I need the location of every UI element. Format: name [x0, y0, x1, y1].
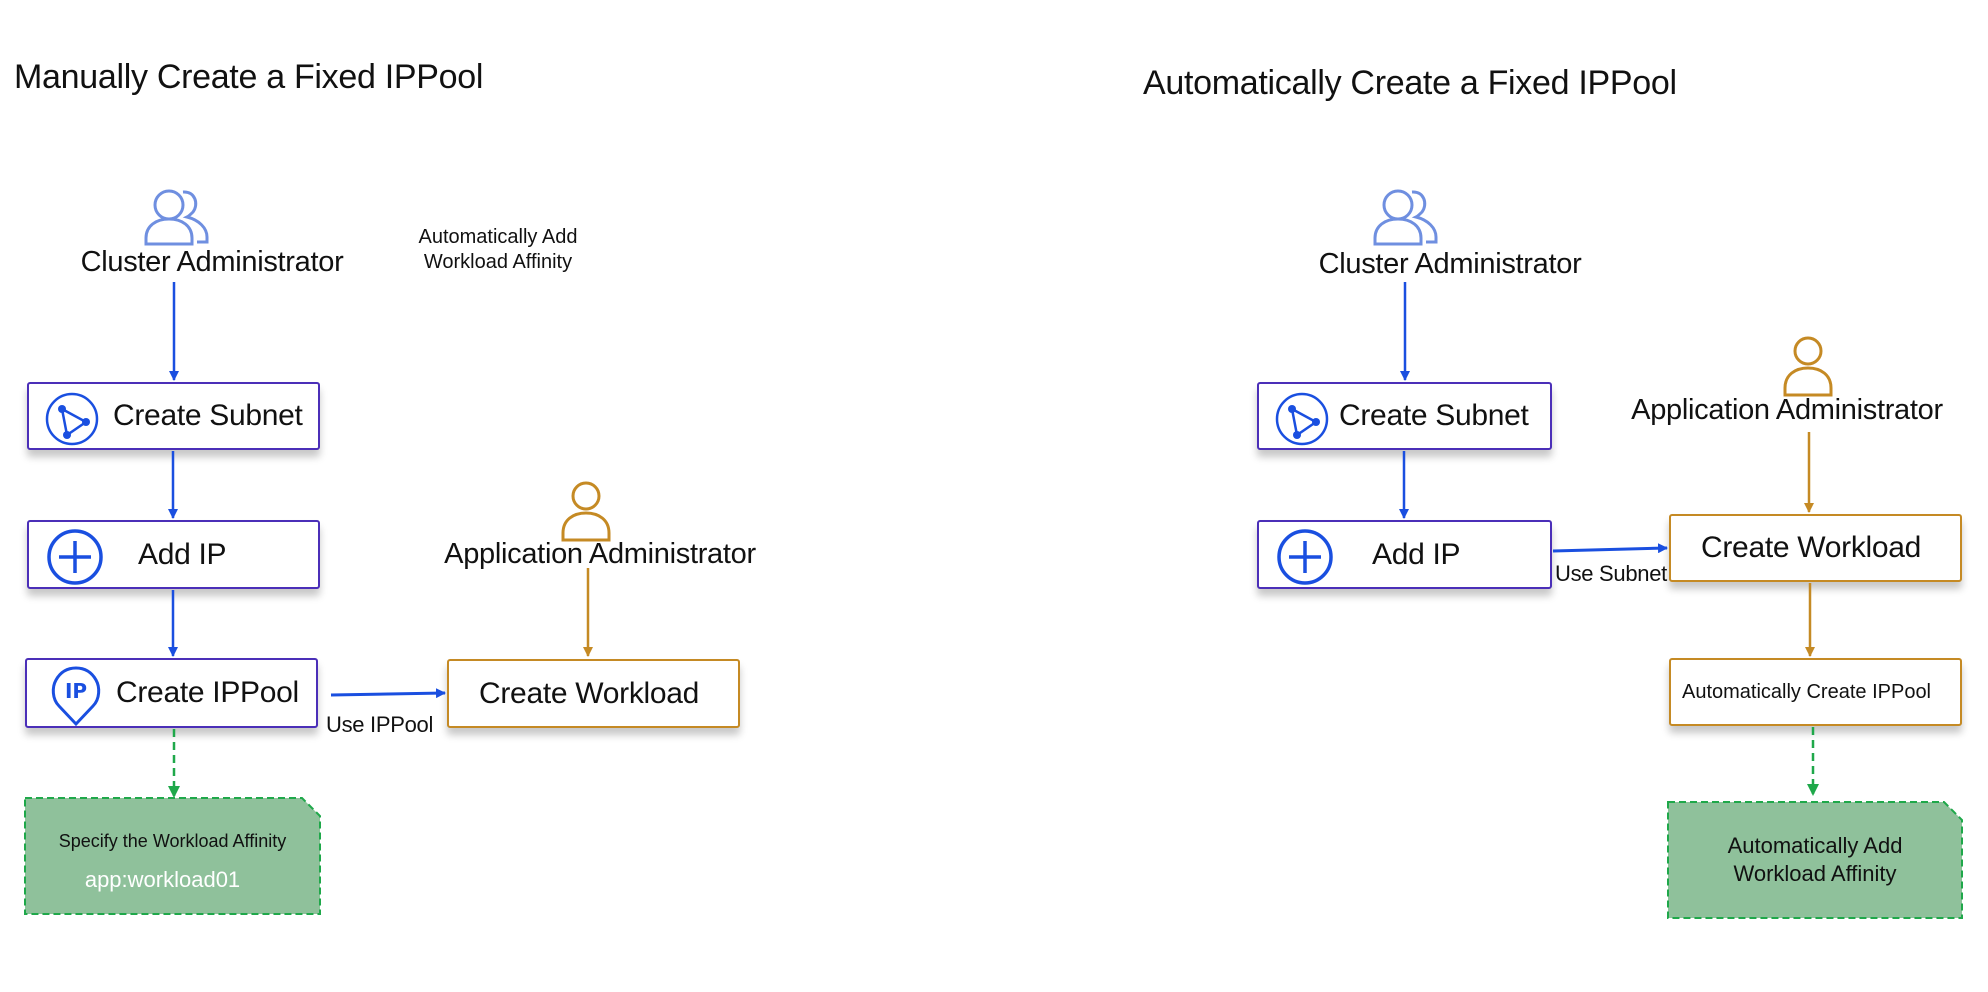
- user-icon: [1783, 336, 1833, 397]
- affinity-note-line1: Specify the Workload Affinity: [58, 831, 287, 851]
- left-floating-note: Automatically Add Workload Affinity: [398, 225, 598, 275]
- affinity-note-line2: app:workload01: [84, 867, 241, 892]
- step-label: Add IP: [138, 537, 227, 571]
- left-edge-label-use-ippool: Use IPPool: [326, 712, 434, 737]
- right-add-ip-box[interactable]: Add IP: [1257, 520, 1552, 589]
- floating-note-line1: Automatically Add: [418, 226, 578, 248]
- right-create-workload-box[interactable]: Create Workload: [1669, 514, 1962, 582]
- arrow-addip-to-workload: [1552, 543, 1668, 554]
- left-title: Manually Create a Fixed IPPool: [14, 58, 484, 96]
- left-create-workload-box[interactable]: Create Workload: [447, 659, 740, 728]
- affinity-note-line2: Workload Affinity: [1733, 861, 1897, 886]
- ip-pin-icon: IP: [51, 666, 101, 727]
- svg-text:IP: IP: [65, 679, 87, 703]
- step-label: Create Subnet: [113, 399, 303, 432]
- arrow-ippool-to-workload: [330, 688, 446, 699]
- right-title: Automatically Create a Fixed IPPool: [1143, 64, 1677, 102]
- step-label: Create Subnet: [1339, 399, 1529, 432]
- user-icon: [561, 481, 611, 542]
- users-icon: [144, 189, 209, 246]
- left-cluster-admin-label: Cluster Administrator: [80, 246, 344, 278]
- workload-label: Create Workload: [479, 676, 700, 710]
- left-affinity-note: Specify the Workload Affinity app:worklo…: [24, 797, 321, 915]
- step-label: Add IP: [1372, 537, 1461, 571]
- floating-note-line2: Workload Affinity: [423, 251, 573, 273]
- subnet-icon: [1275, 392, 1329, 446]
- users-icon: [1373, 189, 1438, 246]
- plus-circle-icon: [47, 529, 103, 585]
- right-affinity-note: Automatically Add Workload Affinity: [1667, 801, 1963, 919]
- affinity-note-line1: Automatically Add: [1727, 833, 1903, 858]
- left-create-ippool-box[interactable]: IP Create IPPool: [25, 658, 318, 728]
- left-create-subnet-box[interactable]: Create Subnet: [27, 382, 320, 450]
- step-label: Create IPPool: [116, 676, 299, 709]
- auto-ippool-label: Automatically Create IPPool: [1682, 680, 1932, 703]
- workload-label: Create Workload: [1701, 531, 1922, 564]
- left-add-ip-box[interactable]: Add IP: [27, 520, 320, 589]
- right-edge-label-use-subnet: Use Subnet: [1555, 561, 1667, 586]
- subnet-icon: [45, 392, 99, 446]
- left-app-admin-label: Application Administrator: [444, 538, 756, 570]
- right-app-admin-label: Application Administrator: [1631, 394, 1943, 426]
- right-create-subnet-box[interactable]: Create Subnet: [1257, 382, 1552, 450]
- plus-circle-icon: [1277, 529, 1333, 585]
- right-cluster-admin-label: Cluster Administrator: [1318, 248, 1582, 280]
- right-auto-create-ippool-box[interactable]: Automatically Create IPPool: [1669, 658, 1962, 726]
